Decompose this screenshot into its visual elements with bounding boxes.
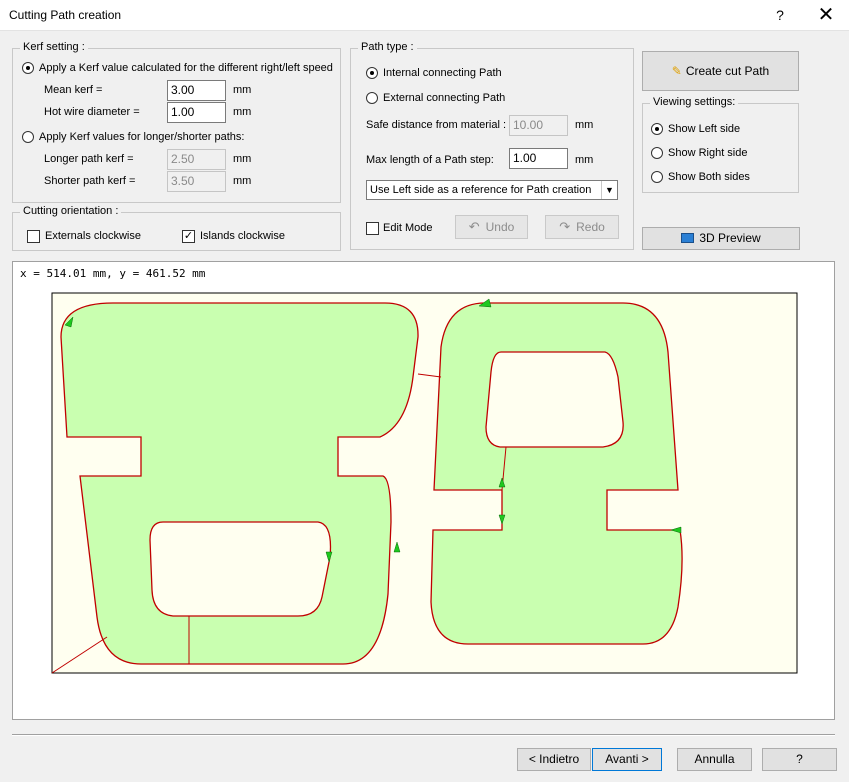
help-button[interactable]: ? — [762, 748, 837, 771]
show-left-radio[interactable] — [651, 123, 663, 135]
islands-clockwise-label[interactable]: Islands clockwise — [200, 230, 285, 242]
max-step-label: Max length of a Path step: — [366, 154, 494, 166]
internal-path-radio[interactable] — [366, 67, 378, 79]
longer-kerf-label: Longer path kerf = — [44, 153, 134, 165]
monitor-icon — [681, 233, 695, 243]
cut-path-drawing[interactable] — [13, 262, 834, 719]
kerf-calculated-label[interactable]: Apply a Kerf value calculated for the di… — [39, 62, 333, 74]
kerf-paths-radio[interactable] — [22, 131, 34, 143]
external-path-radio[interactable] — [366, 92, 378, 104]
max-step-unit: mm — [575, 154, 594, 166]
cancel-button[interactable]: Annulla — [677, 748, 752, 771]
title-bar: Cutting Path creation ? ✕ — [0, 0, 849, 31]
edit-mode-checkbox[interactable] — [366, 222, 379, 235]
path-preview-canvas[interactable]: x = 514.01 mm, y = 461.52 mm — [12, 261, 835, 720]
longer-kerf-unit: mm — [233, 153, 252, 165]
max-step-input[interactable]: 1.00 — [509, 148, 568, 169]
window-title: Cutting Path creation — [9, 8, 122, 22]
show-both-label[interactable]: Show Both sides — [668, 171, 750, 183]
kerf-paths-label[interactable]: Apply Kerf values for longer/shorter pat… — [39, 131, 244, 143]
show-left-label[interactable]: Show Left side — [668, 123, 740, 135]
3d-preview-button[interactable]: 3D Preview — [642, 227, 800, 250]
show-right-radio[interactable] — [651, 147, 663, 159]
safe-distance-unit: mm — [575, 119, 594, 131]
shorter-kerf-input[interactable]: 3.50 — [167, 171, 226, 192]
chevron-down-icon[interactable]: ▼ — [601, 181, 617, 199]
safe-distance-label: Safe distance from material : — [366, 119, 507, 131]
create-cut-path-button[interactable]: ✎ Create cut Path — [642, 51, 799, 91]
hot-wire-label: Hot wire diameter = — [44, 106, 140, 118]
mean-kerf-input[interactable]: 3.00 — [167, 80, 226, 101]
redo-button[interactable]: ↷ Redo — [545, 215, 619, 239]
show-both-radio[interactable] — [651, 171, 663, 183]
externals-clockwise-checkbox[interactable] — [27, 230, 40, 243]
footer-separator — [12, 734, 835, 736]
pencil-icon: ✎ — [671, 64, 682, 78]
kerf-calculated-radio[interactable] — [22, 62, 34, 74]
undo-button[interactable]: ↶ Undo — [455, 215, 528, 239]
external-path-label[interactable]: External connecting Path — [383, 92, 505, 104]
safe-distance-input[interactable]: 10.00 — [509, 115, 568, 136]
viewing-settings-legend: Viewing settings: — [650, 96, 739, 108]
reference-side-value: Use Left side as a reference for Path cr… — [370, 184, 592, 196]
path-type-legend: Path type : — [358, 41, 417, 53]
longer-kerf-input[interactable]: 2.50 — [167, 149, 226, 170]
kerf-setting-legend: Kerf setting : — [20, 41, 88, 53]
islands-clockwise-checkbox[interactable]: ✓ — [182, 230, 195, 243]
hot-wire-unit: mm — [233, 106, 252, 118]
undo-icon: ↶ — [468, 219, 480, 234]
next-button[interactable]: Avanti > — [592, 748, 662, 771]
show-right-label[interactable]: Show Right side — [668, 147, 748, 159]
shorter-kerf-label: Shorter path kerf = — [44, 175, 136, 187]
mean-kerf-label: Mean kerf = — [44, 84, 103, 96]
shorter-kerf-unit: mm — [233, 175, 252, 187]
reference-side-select[interactable]: Use Left side as a reference for Path cr… — [366, 180, 618, 200]
edit-mode-label[interactable]: Edit Mode — [383, 222, 433, 234]
externals-clockwise-label[interactable]: Externals clockwise — [45, 230, 141, 242]
internal-path-label[interactable]: Internal connecting Path — [383, 67, 502, 79]
hot-wire-input[interactable]: 1.00 — [167, 102, 226, 123]
mean-kerf-unit: mm — [233, 84, 252, 96]
close-button[interactable]: ✕ — [804, 0, 848, 31]
help-title-button[interactable]: ? — [758, 0, 802, 31]
redo-icon: ↷ — [559, 219, 571, 234]
cutting-orientation-legend: Cutting orientation : — [20, 205, 122, 217]
back-button[interactable]: < Indietro — [517, 748, 591, 771]
